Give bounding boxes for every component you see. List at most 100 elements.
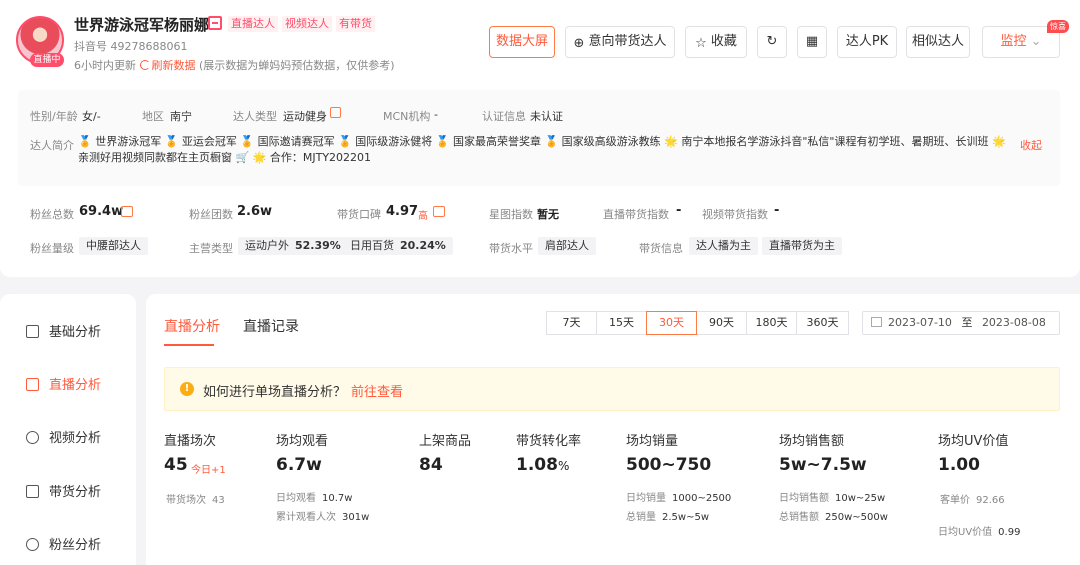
update-info: 6小时内更新 刷新数据 (展示数据为蝉妈妈预估数据，仅供参考) xyxy=(74,57,395,73)
qrcode-button[interactable]: ▦ xyxy=(797,26,827,58)
intent-goods-button[interactable]: ⊕ 意向带货达人 xyxy=(565,26,675,58)
date-start: 2023-07-10 xyxy=(888,316,952,329)
favorite-label: 收藏 xyxy=(710,34,737,49)
fan-group-label: 粉丝团数 xyxy=(189,208,233,221)
video-index-label: 视频带货指数 xyxy=(702,208,768,221)
daily-uv-value: 0.99 xyxy=(998,527,1021,538)
sidebar-item-label: 基础分析 xyxy=(49,325,102,340)
revenue-label: 场均销售额 xyxy=(779,434,845,449)
fan-group-value: 2.6w xyxy=(237,204,273,219)
sidebar-item-video[interactable]: 视频分析 xyxy=(26,429,101,449)
avg-price-value: 92.66 xyxy=(976,495,1005,506)
sidebar-item-fans[interactable]: 粉丝分析 xyxy=(26,536,101,556)
notice-link[interactable]: 前往查看 xyxy=(351,381,403,400)
history-button[interactable]: ↻ xyxy=(757,26,787,58)
main-type-label: 主营类型 xyxy=(189,242,233,255)
sidebar-item-basic[interactable]: 基础分析 xyxy=(26,323,101,343)
avg-price: 客单价 92.66 xyxy=(940,491,1005,506)
fans-total-value: 69.4w xyxy=(79,204,124,219)
date-separator: 至 xyxy=(961,316,973,329)
total-viewers-value: 301w xyxy=(342,512,370,523)
collapse-button[interactable]: 收起 xyxy=(1020,137,1042,153)
range-30d[interactable]: 30天 xyxy=(646,311,697,335)
tab-live-records[interactable]: 直播记录 xyxy=(243,316,299,336)
total-sales-value: 2.5w~5w xyxy=(662,512,710,523)
conversion-label: 带货转化率 xyxy=(516,434,582,449)
date-end: 2023-08-08 xyxy=(981,316,1046,329)
pk-button[interactable]: 达人PK xyxy=(837,26,897,58)
main-type-pct: 20.24% xyxy=(400,239,446,252)
douyin-id: 抖音号 49278688061 xyxy=(74,40,188,53)
sessions-label: 直播场次 xyxy=(164,434,217,449)
daily-revenue: 日均销售额 10w~25w xyxy=(779,489,885,504)
trend-chart-icon[interactable] xyxy=(121,206,133,217)
plus-circle-icon: ⊕ xyxy=(573,36,585,51)
similar-button[interactable]: 相似达人 xyxy=(906,26,970,58)
tab-live-analysis[interactable]: 直播分析 xyxy=(164,316,220,336)
data-screen-button[interactable]: 数据大屏 xyxy=(489,26,555,58)
reputation-value: 4.97 xyxy=(386,204,419,219)
range-360d[interactable]: 360天 xyxy=(796,311,849,335)
favorite-button[interactable]: ☆ 收藏 xyxy=(685,26,747,58)
range-15d[interactable]: 15天 xyxy=(596,311,647,335)
tag-goods: 有带货 xyxy=(336,16,375,32)
range-180d[interactable]: 180天 xyxy=(746,311,797,335)
bio-label: 达人简介 xyxy=(30,139,74,152)
range-7d[interactable]: 7天 xyxy=(546,311,597,335)
main-panel: 直播分析 直播记录 7天 15天 30天 90天 180天 360天 2023-… xyxy=(146,294,1080,565)
daily-uv-label: 日均UV价值 xyxy=(938,527,993,538)
main-type-name: 运动户外 xyxy=(245,239,289,252)
trend-chart-icon[interactable] xyxy=(433,206,445,217)
star-index-label: 星图指数 xyxy=(489,208,533,221)
live-badge: 直播中 xyxy=(30,53,64,67)
total-revenue-label: 总销售额 xyxy=(779,512,819,523)
star-index-value: 暂无 xyxy=(537,208,559,221)
sidebar: 基础分析 直播分析 视频分析 带货分析 粉丝分析 xyxy=(0,294,136,565)
daily-uv: 日均UV价值 0.99 xyxy=(938,523,1020,538)
range-90d[interactable]: 90天 xyxy=(696,311,747,335)
refresh-label: 刷新数据 xyxy=(151,59,196,72)
user-icon xyxy=(26,538,39,551)
views-value: 6.7w xyxy=(276,455,322,475)
refresh-icon xyxy=(139,60,150,70)
tag-live: 直播达人 xyxy=(228,16,278,32)
avg-price-label: 客单价 xyxy=(940,495,970,506)
conversion-number: 1.08 xyxy=(516,455,558,475)
sidebar-item-live[interactable]: 直播分析 xyxy=(26,376,101,396)
sidebar-item-goods[interactable]: 带货分析 xyxy=(26,483,101,503)
revenue-value: 5w~7.5w xyxy=(779,455,867,475)
main-type-pct: 52.39% xyxy=(295,239,341,252)
goods-sessions-value: 43 xyxy=(212,495,225,506)
history-icon: ↻ xyxy=(766,34,778,49)
views-label: 场均观看 xyxy=(276,434,329,449)
edit-icon[interactable] xyxy=(330,107,341,118)
influencer-name: 世界游泳冠军杨丽娜 xyxy=(74,16,210,34)
total-viewers: 累计观看人次 301w xyxy=(276,508,369,523)
conversion-value: 1.08% xyxy=(516,455,569,475)
goods-sessions-label: 带货场次 xyxy=(166,495,206,506)
main-type-chip: 日用百货 20.24% xyxy=(343,237,453,255)
total-sales-label: 总销量 xyxy=(626,512,656,523)
chevron-down-icon: ⌄ xyxy=(1030,34,1042,49)
warning-icon: ! xyxy=(180,382,194,396)
daily-sales-value: 1000~2500 xyxy=(672,493,732,504)
goods-level-label: 带货水平 xyxy=(489,242,533,255)
date-range-picker[interactable]: 2023-07-10 至 2023-08-08 xyxy=(862,311,1060,335)
live-index-value: - xyxy=(676,203,682,218)
sidebar-item-label: 视频分析 xyxy=(49,431,102,446)
region-value: 南宁 xyxy=(170,110,192,123)
sales-value: 500~750 xyxy=(626,455,712,475)
notice-bar: ! 如何进行单场直播分析？ 前往查看 xyxy=(164,367,1060,411)
shop-window-icon[interactable] xyxy=(208,16,222,30)
live-index-label: 直播带货指数 xyxy=(603,208,669,221)
tag-video: 视频达人 xyxy=(282,16,332,32)
cert-label: 认证信息 xyxy=(482,110,526,123)
mcn-label: MCN机构 xyxy=(383,110,431,123)
goods-level-chip: 肩部达人 xyxy=(538,237,596,255)
conversion-unit: % xyxy=(557,459,570,473)
main-type-name: 日用百货 xyxy=(350,239,394,252)
daily-views-label: 日均观看 xyxy=(276,493,316,504)
bar-chart-icon xyxy=(26,325,39,338)
live-icon xyxy=(26,378,39,391)
refresh-button[interactable]: 刷新数据 xyxy=(139,59,196,72)
